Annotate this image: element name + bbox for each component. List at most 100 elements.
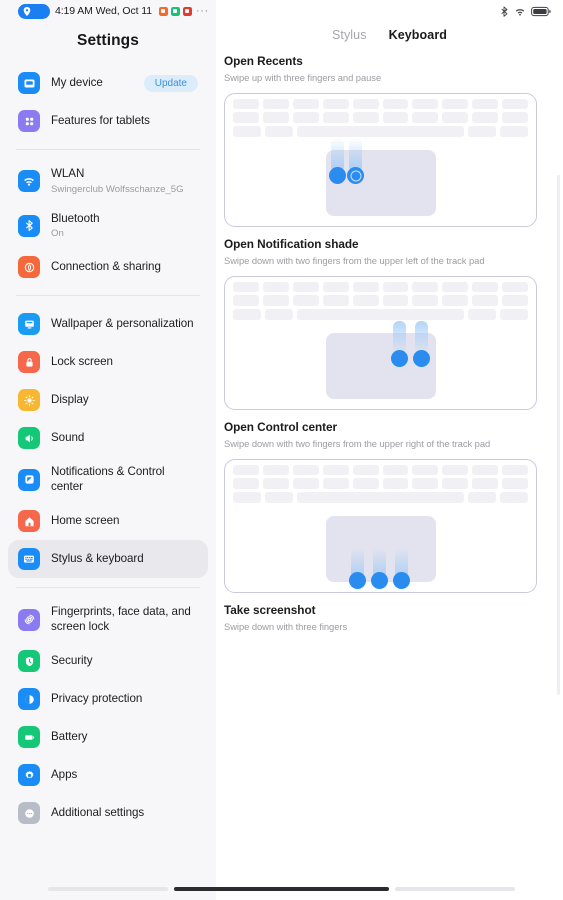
apps-gear-icon: [18, 764, 40, 786]
bluetooth-icon: [18, 214, 40, 237]
keyboard-row: [233, 99, 529, 109]
finger-dot: [393, 572, 410, 589]
sidebar-item-connection-sharing[interactable]: Connection & sharing: [8, 248, 208, 286]
gesture-description: Swipe down with two fingers from the upp…: [224, 438, 491, 449]
sidebar-item-wlan[interactable]: WLAN Swingerclub Wolfsschanze_5G: [8, 159, 208, 204]
keyboard-row: [233, 282, 529, 292]
sidebar-nav[interactable]: My device Update Features for tablets WL…: [0, 64, 216, 900]
tab-keyboard[interactable]: Keyboard: [389, 28, 447, 42]
app-badge-red: [182, 6, 192, 16]
gesture-block-open-recents: Open Recents Swipe up with three fingers…: [224, 54, 551, 227]
sidebar-item-label: Connection & sharing: [51, 259, 161, 273]
update-badge[interactable]: Update: [143, 74, 198, 92]
battery-icon: [18, 726, 40, 748]
main-tabs[interactable]: Stylus Keyboard: [216, 22, 563, 54]
wifi-icon: [18, 170, 40, 193]
sidebar-item-lock-screen[interactable]: Lock screen: [8, 343, 208, 381]
status-time: 4:19 AM Wed, Oct 11: [55, 5, 152, 17]
lock-screen-icon: [18, 351, 40, 373]
sidebar-item-stylus-keyboard[interactable]: Stylus & keyboard: [8, 540, 208, 578]
location-pin-icon: [18, 3, 50, 19]
gesture-block-take-screenshot: Take screenshot Swipe down with three fi…: [224, 603, 551, 633]
gesture-title: Open Control center: [224, 420, 338, 434]
sidebar-item-fingerprints[interactable]: Fingerprints, face data, and screen lock: [8, 597, 208, 642]
keyboard-row: [233, 295, 529, 306]
keyboard-row: [233, 465, 529, 475]
sidebar-item-label: My device: [51, 75, 103, 89]
main-panel: Stylus Keyboard Open Recents Swipe up wi…: [216, 0, 563, 900]
connection-sharing-icon: [18, 256, 40, 278]
gesture-bar-home[interactable]: [174, 887, 389, 891]
sidebar-item-label: Battery: [51, 729, 88, 743]
sidebar-item-label: Notifications & Control center: [51, 465, 165, 493]
finger-dot: [391, 350, 408, 367]
wifi-icon: [515, 8, 525, 15]
sidebar-group-connectivity: WLAN Swingerclub Wolfsschanze_5G Bluetoo…: [0, 159, 216, 286]
finger-dot: [349, 572, 366, 589]
app-badge-orange: [158, 6, 168, 16]
finger-dot: [329, 167, 346, 184]
sidebar-group-security: Fingerprints, face data, and screen lock…: [0, 597, 216, 832]
gesture-bar-right: [395, 887, 515, 891]
page-title: Settings: [77, 32, 139, 49]
settings-screen: 4:19 AM Wed, Oct 11 ··· Settings My devi…: [0, 0, 563, 900]
sidebar-item-my-device[interactable]: My device Update: [8, 64, 208, 102]
sidebar-item-battery[interactable]: Battery: [8, 718, 208, 756]
wallpaper-icon: [18, 313, 40, 335]
sidebar-item-sublabel: Swingerclub Wolfsschanze_5G: [51, 183, 184, 195]
sidebar-item-features-for-tablets[interactable]: Features for tablets: [8, 102, 208, 140]
status-bar-right: [216, 0, 563, 22]
sidebar: 4:19 AM Wed, Oct 11 ··· Settings My devi…: [0, 0, 216, 900]
privacy-icon: [18, 688, 40, 710]
gesture-description: Swipe up with three fingers and pause: [224, 72, 382, 83]
sound-speaker-icon: [18, 427, 40, 449]
sidebar-item-notifications[interactable]: Notifications & Control center: [8, 457, 208, 502]
fingerprint-icon: [18, 608, 40, 631]
sidebar-item-wallpaper[interactable]: Wallpaper & personalization: [8, 305, 208, 343]
sidebar-group-personalization: Wallpaper & personalization Lock screen …: [0, 305, 216, 578]
sidebar-divider: [16, 149, 200, 150]
sidebar-item-home-screen[interactable]: Home screen: [8, 502, 208, 540]
sidebar-item-security[interactable]: Security: [8, 642, 208, 680]
keyboard-icon: [18, 548, 40, 570]
scrollbar[interactable]: [557, 175, 560, 695]
gesture-bar-left: [48, 887, 168, 891]
sidebar-item-label: Bluetooth: [51, 211, 100, 225]
sidebar-item-apps[interactable]: Apps: [8, 756, 208, 794]
sidebar-item-label: Sound: [51, 430, 85, 444]
sidebar-group-device: My device Update Features for tablets: [0, 64, 216, 140]
finger-dot: [347, 167, 364, 184]
status-bar-left: 4:19 AM Wed, Oct 11 ···: [0, 0, 216, 22]
status-overflow-icon[interactable]: ···: [196, 6, 209, 17]
device-icon: [18, 72, 40, 94]
sidebar-item-bluetooth[interactable]: Bluetooth On: [8, 204, 208, 249]
gesture-title: Open Notification shade: [224, 237, 359, 251]
illustration-trackpad-three-fingers: [224, 459, 537, 593]
sidebar-item-label: Privacy protection: [51, 691, 143, 705]
keyboard-row: [233, 309, 529, 320]
status-app-icons: [158, 6, 192, 16]
sidebar-item-label: Stylus & keyboard: [51, 551, 144, 565]
sidebar-item-label: Security: [51, 653, 93, 667]
sidebar-item-display[interactable]: Display: [8, 381, 208, 419]
gesture-description: Swipe down with two fingers from the upp…: [224, 255, 485, 266]
system-gesture-bar[interactable]: [0, 887, 563, 891]
sidebar-item-label: Wallpaper & personalization: [51, 316, 194, 330]
security-shield-icon: [18, 650, 40, 672]
sidebar-item-sublabel: On: [51, 228, 64, 239]
sidebar-item-sound[interactable]: Sound: [8, 419, 208, 457]
app-badge-green: [170, 6, 180, 16]
sidebar-item-additional-settings[interactable]: Additional settings: [8, 794, 208, 832]
notifications-icon: [18, 468, 40, 491]
display-brightness-icon: [18, 389, 40, 411]
sidebar-item-label: Fingerprints, face data, and screen lock: [51, 605, 191, 633]
sidebar-item-privacy-protection[interactable]: Privacy protection: [8, 680, 208, 718]
gesture-title: Open Recents: [224, 54, 303, 68]
tab-stylus[interactable]: Stylus: [332, 28, 367, 42]
gesture-block-notification-shade: Open Notification shade Swipe down with …: [224, 237, 551, 410]
sidebar-item-label: Home screen: [51, 513, 120, 527]
keyboard-row: [233, 126, 529, 137]
home-screen-icon: [18, 510, 40, 532]
sidebar-item-label: Display: [51, 392, 89, 406]
gesture-title: Take screenshot: [224, 603, 316, 617]
